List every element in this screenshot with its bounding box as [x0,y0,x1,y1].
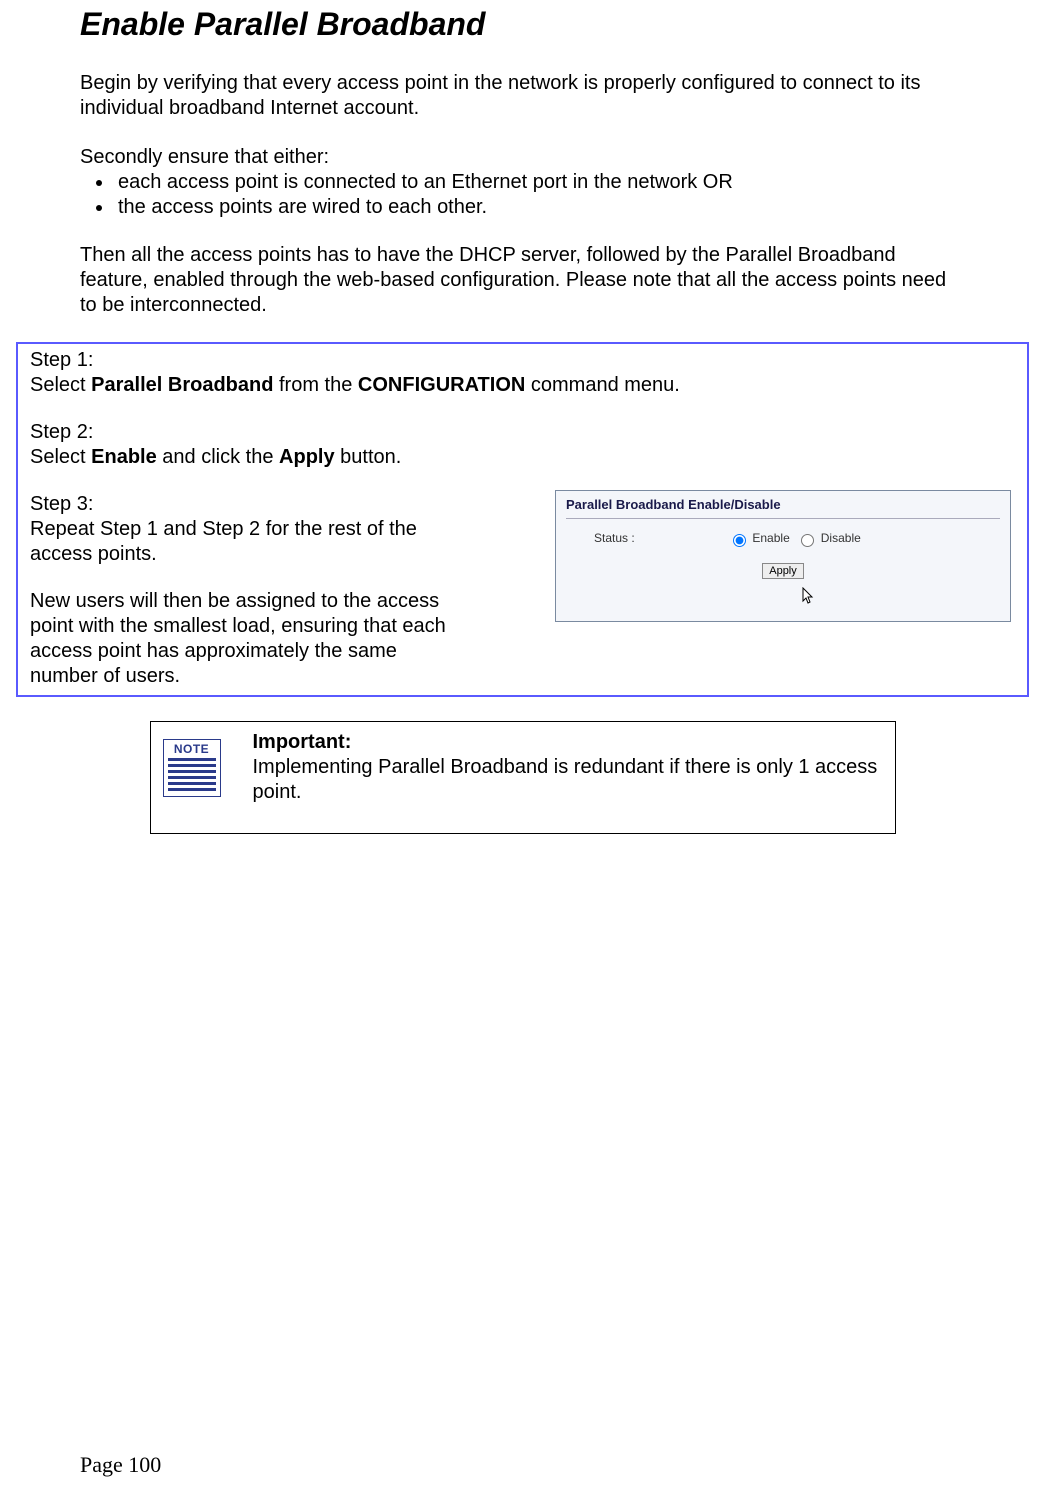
enable-radio[interactable] [733,534,746,547]
bold-text: Parallel Broadband [91,374,273,396]
step-text: Select [30,374,91,396]
intro-bullets: each access point is connected to an Eth… [80,170,965,220]
step-text: from the [273,374,357,396]
bold-text: Apply [279,446,335,468]
step-label: Step 1: [30,349,93,371]
note-box: NOTE Important: Implementing Parallel Br… [150,721,896,834]
steps-box: Step 1: Select Parallel Broadband from t… [16,342,1029,697]
step-text: Repeat Step 1 and Step 2 for the rest of… [30,518,417,565]
parallel-broadband-widget: Parallel Broadband Enable/Disable Status… [555,490,1011,622]
status-label: Status : [594,531,635,545]
step-2: Step 2: Select Enable and click the Appl… [30,420,470,470]
important-label: Important: [253,731,352,753]
step-1: Step 1: Select Parallel Broadband from t… [30,348,1015,398]
disable-label: Disable [821,531,861,545]
cursor-icon [802,587,816,608]
bold-text: Enable [91,446,157,468]
step-3: Step 3: Repeat Step 1 and Step 2 for the… [30,492,470,567]
intro-lead: Secondly ensure that either: [80,145,965,170]
widget-title: Parallel Broadband Enable/Disable [556,491,1010,512]
disable-radio[interactable] [801,534,814,547]
intro-paragraph-1: Begin by verifying that every access poi… [80,71,965,121]
page-footer: Page 100 [80,1452,161,1478]
page-title: Enable Parallel Broadband [80,6,965,43]
status-row: Status : Enable Disable [556,519,1010,547]
apply-button[interactable]: Apply [762,563,804,579]
list-item: the access points are wired to each othe… [114,195,965,220]
step-text: and click the [157,446,279,468]
note-body: Implementing Parallel Broadband is redun… [253,756,878,803]
step-label: Step 3: [30,493,93,515]
enable-label: Enable [752,531,789,545]
note-icon: NOTE [163,739,221,797]
bold-text: CONFIGURATION [358,374,525,396]
note-icon-label: NOTE [164,740,220,758]
intro-paragraph-3: Then all the access points has to have t… [80,243,965,318]
note-text: Important: Implementing Parallel Broadba… [233,730,883,805]
step-text: Select [30,446,91,468]
step-text: command menu. [525,374,680,396]
step-text: button. [335,446,402,468]
step-label: Step 2: [30,421,93,443]
closing-paragraph: New users will then be assigned to the a… [30,589,470,689]
list-item: each access point is connected to an Eth… [114,170,965,195]
